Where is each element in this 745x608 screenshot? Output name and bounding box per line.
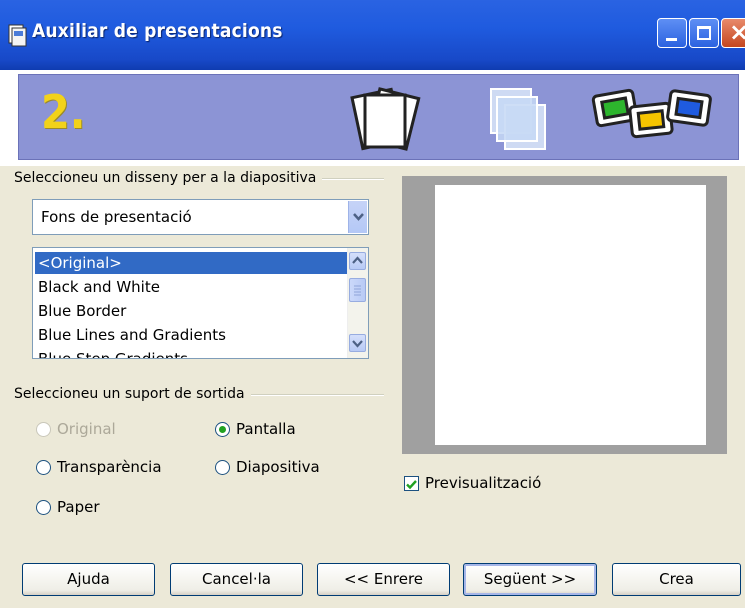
radio-circle-selected[interactable] bbox=[215, 421, 230, 437]
background-type-select[interactable]: Fons de presentació bbox=[32, 199, 369, 235]
next-button[interactable]: Següent >> bbox=[463, 563, 597, 596]
list-item[interactable]: Blue Step Gradients bbox=[38, 348, 188, 358]
output-diapositiva-radio[interactable]: Diapositiva bbox=[215, 458, 320, 476]
preview-canvas bbox=[435, 185, 706, 445]
chevron-down-icon bbox=[353, 213, 364, 221]
cancel-button[interactable]: Cancel·la bbox=[170, 563, 303, 596]
radio-dot bbox=[219, 425, 226, 433]
checkmark-icon bbox=[406, 479, 417, 489]
radio-label: Original bbox=[57, 420, 116, 438]
output-transparencia-radio[interactable]: Transparència bbox=[36, 458, 162, 476]
radio-circle bbox=[36, 421, 51, 437]
create-button[interactable]: Crea bbox=[612, 563, 741, 596]
help-button[interactable]: Ajuda bbox=[22, 563, 155, 596]
list-scrollbar[interactable] bbox=[347, 248, 368, 358]
radio-label[interactable]: Paper bbox=[57, 498, 99, 516]
checkbox-box[interactable] bbox=[404, 475, 419, 491]
radio-label[interactable]: Diapositiva bbox=[236, 458, 320, 476]
wizard-banner: 2. bbox=[18, 74, 739, 160]
scroll-up-button[interactable] bbox=[349, 252, 366, 270]
close-button[interactable]: × bbox=[721, 18, 745, 48]
maximize-button[interactable] bbox=[689, 18, 719, 48]
preview-pane bbox=[402, 176, 727, 454]
step-number: 2. bbox=[41, 85, 86, 139]
presentation-wizard-icon bbox=[8, 24, 27, 47]
list-item[interactable]: <Original> bbox=[35, 252, 347, 274]
scroll-down-button[interactable] bbox=[349, 334, 366, 352]
list-item[interactable]: Blue Border bbox=[38, 300, 126, 322]
window-title: Auxiliar de presentacions bbox=[32, 20, 283, 42]
output-group-label: Seleccioneu un suport de sortida bbox=[14, 386, 251, 402]
overlapping-slides-icon bbox=[490, 88, 546, 150]
list-item[interactable]: Black and White bbox=[38, 276, 160, 298]
background-type-value: Fons de presentació bbox=[41, 208, 192, 226]
preview-checkbox[interactable]: Previsualització bbox=[404, 474, 541, 492]
colored-slides-icon bbox=[591, 88, 712, 139]
design-list[interactable]: <Original> Black and White Blue Border B… bbox=[32, 247, 369, 359]
minimize-icon bbox=[666, 38, 677, 41]
chevron-up-icon bbox=[352, 256, 363, 264]
radio-circle[interactable] bbox=[36, 459, 51, 475]
list-item[interactable]: Blue Lines and Gradients bbox=[38, 324, 226, 346]
scroll-thumb[interactable] bbox=[349, 278, 366, 302]
radio-circle[interactable] bbox=[215, 459, 230, 475]
checkbox-label[interactable]: Previsualització bbox=[425, 474, 541, 492]
pages-icon bbox=[350, 87, 421, 151]
minimize-button[interactable] bbox=[657, 18, 687, 48]
back-button[interactable]: << Enrere bbox=[317, 563, 450, 596]
maximize-icon bbox=[697, 26, 711, 40]
title-bar: Auxiliar de presentacions × bbox=[0, 0, 745, 70]
output-paper-radio[interactable]: Paper bbox=[36, 498, 99, 516]
design-group-label: Seleccioneu un disseny per a la diaposit… bbox=[14, 170, 323, 186]
grip-icon bbox=[354, 285, 361, 296]
radio-label[interactable]: Pantalla bbox=[236, 420, 296, 438]
output-pantalla-radio[interactable]: Pantalla bbox=[215, 420, 296, 438]
radio-label[interactable]: Transparència bbox=[57, 458, 162, 476]
chevron-down-icon bbox=[352, 340, 363, 348]
dropdown-button[interactable] bbox=[348, 201, 367, 233]
output-original-radio: Original bbox=[36, 420, 116, 438]
close-icon: × bbox=[729, 18, 745, 46]
radio-circle[interactable] bbox=[36, 499, 51, 515]
